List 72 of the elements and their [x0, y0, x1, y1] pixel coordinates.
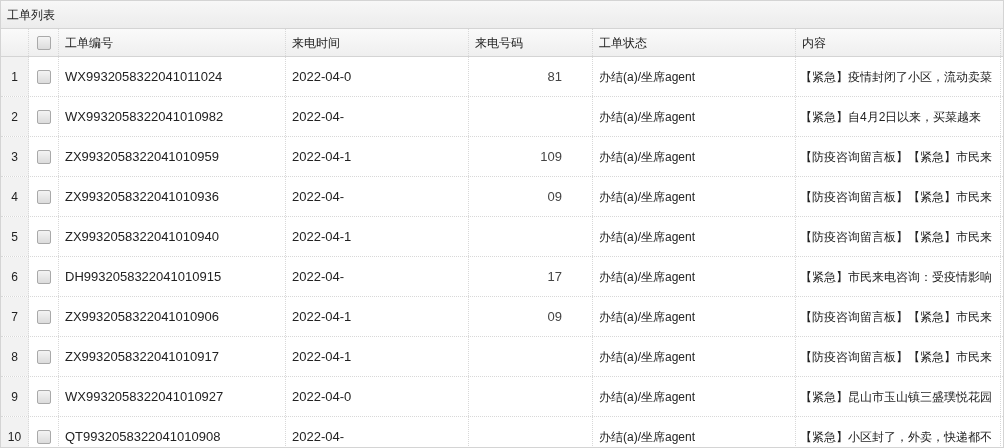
table-cell-text: 【防疫咨询留言板】【紧急】市民来	[800, 188, 992, 206]
table-cell-text: 【紧急】自4月2日以来，买菜越来	[800, 108, 982, 126]
table-cell-text: DH9932058322041010915	[65, 267, 222, 286]
checkbox[interactable]	[36, 109, 51, 124]
table-cell-text: 【防疫咨询留言板】【紧急】市民来	[800, 348, 992, 366]
table-cell-text: 办结(a)/坐席agent	[599, 188, 696, 206]
row-number: 9	[11, 388, 18, 406]
checkbox[interactable]	[36, 35, 51, 50]
table-cell-text: 2022-04-	[292, 107, 345, 126]
checkbox[interactable]	[36, 349, 51, 364]
row-number: 4	[11, 188, 18, 206]
table-cell-text: 81	[547, 67, 562, 86]
table-cell-text: 2022-04-0	[292, 387, 352, 406]
checkbox[interactable]	[36, 229, 51, 244]
table-cell-text: 109	[540, 147, 562, 166]
checkbox[interactable]	[36, 149, 51, 164]
table-cell-text: 【防疫咨询留言板】【紧急】市民来	[800, 228, 992, 246]
row-number: 6	[11, 268, 18, 286]
table-cell-text: 2022-04-	[292, 267, 345, 286]
table-cell-text: ZX9932058322041010917	[65, 347, 219, 366]
table-cell-text: WX9932058322041010982	[65, 107, 224, 126]
table-cell-text: 办结(a)/坐席agent	[599, 428, 696, 446]
table-cell-text: 2022-04-	[292, 427, 345, 446]
table-cell-text: 【紧急】小区封了，外卖，快递都不	[800, 428, 992, 446]
table-cell-text: 办结(a)/坐席agent	[599, 108, 696, 126]
table-cell-text: 办结(a)/坐席agent	[599, 308, 696, 326]
checkbox[interactable]	[36, 389, 51, 404]
table-cell-text: ZX9932058322041010936	[65, 187, 219, 206]
column-header[interactable]: 来电号码	[475, 33, 523, 52]
table-cell-text: ZX9932058322041010940	[65, 227, 219, 246]
row-number: 2	[11, 108, 18, 126]
table-cell-text: 【紧急】昆山市玉山镇三盛璞悦花园	[800, 388, 992, 406]
table-cell-text: 2022-04-1	[292, 307, 352, 326]
table-cell-text: 17	[547, 267, 562, 286]
column-header[interactable]: 工单状态	[599, 33, 647, 52]
table-cell-text: ZX9932058322041010959	[65, 147, 219, 166]
table-cell-text: 办结(a)/坐席agent	[599, 388, 696, 406]
table-cell-text: WX9932058322041011024	[65, 67, 223, 86]
row-number: 10	[7, 428, 22, 446]
column-header[interactable]: 工单编号	[65, 33, 113, 52]
table-cell-text: 2022-04-1	[292, 147, 352, 166]
table-cell-text: ZX9932058322041010906	[65, 307, 219, 326]
table-cell-text: 2022-04-1	[292, 347, 352, 366]
table-cell-text: 办结(a)/坐席agent	[599, 348, 696, 366]
table-cell-text: 2022-04-1	[292, 227, 352, 246]
checkbox[interactable]	[36, 69, 51, 84]
table-cell-text: 2022-04-0	[292, 67, 352, 86]
panel-title: 工单列表	[7, 6, 55, 24]
table-cell-text: 办结(a)/坐席agent	[599, 148, 696, 166]
checkbox[interactable]	[36, 429, 51, 444]
table-cell-text: 【紧急】市民来电咨询：受疫情影响	[800, 268, 992, 286]
table-cell-text: WX9932058322041010927	[65, 387, 224, 406]
table-cell-text: 2022-04-	[292, 187, 345, 206]
checkbox[interactable]	[36, 269, 51, 284]
column-header[interactable]: 内容	[802, 33, 826, 52]
table-cell-text: 办结(a)/坐席agent	[599, 228, 696, 246]
row-number: 7	[11, 308, 18, 326]
table-cell-text: 09	[547, 187, 562, 206]
column-header[interactable]: 来电时间	[292, 33, 340, 52]
table-cell-text: 【防疫咨询留言板】【紧急】市民来	[800, 308, 992, 326]
row-number: 3	[11, 148, 18, 166]
row-number: 1	[11, 68, 18, 86]
table-cell-text: 办结(a)/坐席agent	[599, 68, 696, 86]
checkbox[interactable]	[36, 309, 51, 324]
row-number: 5	[11, 228, 18, 246]
table-cell-text: 【防疫咨询留言板】【紧急】市民来	[800, 148, 992, 166]
table-cell-text: 办结(a)/坐席agent	[599, 268, 696, 286]
table-cell-text: QT9932058322041010908	[65, 427, 221, 446]
table-cell-text: 09	[547, 307, 562, 326]
row-number: 8	[11, 348, 18, 366]
checkbox[interactable]	[36, 189, 51, 204]
table-cell-text: 【紧急】疫情封闭了小区，流动卖菜	[800, 68, 992, 86]
